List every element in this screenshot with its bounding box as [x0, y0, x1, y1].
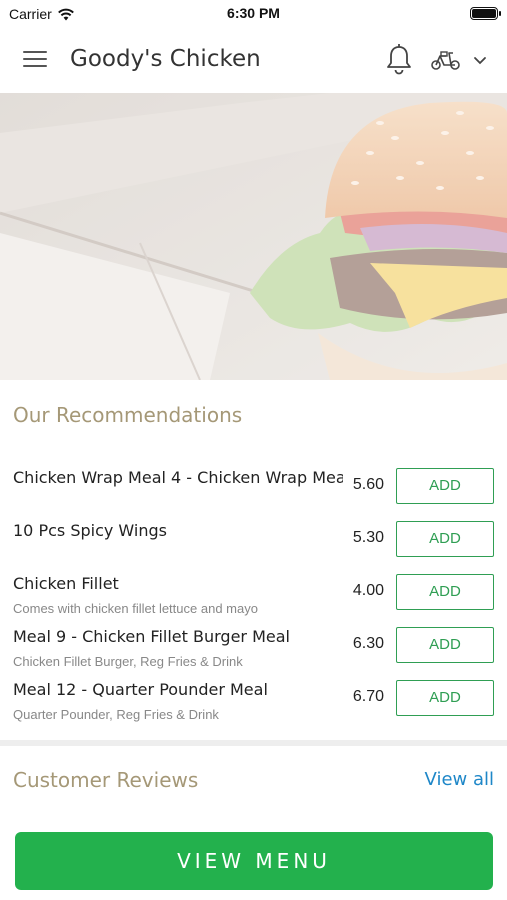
- item-name: Meal 12 - Quarter Pounder Meal: [13, 680, 268, 699]
- list-item: Meal 9 - Chicken Fillet Burger Meal Chic…: [0, 617, 507, 670]
- item-name: Chicken Fillet: [13, 574, 119, 593]
- bell-icon[interactable]: [384, 42, 414, 76]
- item-price: 5.30: [352, 529, 384, 546]
- status-bar: Carrier 6:30 PM: [0, 0, 507, 28]
- list-item: Meal 12 - Quarter Pounder Meal Quarter P…: [0, 670, 507, 723]
- list-item: 10 Pcs Spicy Wings 5.30 ADD: [0, 511, 507, 564]
- chevron-down-icon[interactable]: [472, 54, 488, 66]
- reviews-title: Customer Reviews: [13, 768, 199, 792]
- list-item: Chicken Fillet Comes with chicken fillet…: [0, 564, 507, 617]
- battery-icon: [470, 7, 501, 20]
- item-price: 5.60: [352, 476, 384, 493]
- item-description: Quarter Pounder, Reg Fries & Drink: [13, 707, 219, 722]
- add-button[interactable]: ADD: [396, 627, 494, 663]
- menu-icon[interactable]: [20, 46, 50, 72]
- add-button[interactable]: ADD: [396, 574, 494, 610]
- view-menu-button[interactable]: VIEW MENU: [15, 832, 493, 890]
- page-title: Goody's Chicken: [70, 46, 261, 72]
- recommendations-list: Chicken Wrap Meal 4 - Chicken Wrap Meal …: [0, 458, 507, 723]
- add-button[interactable]: ADD: [396, 521, 494, 557]
- item-name: Chicken Wrap Meal 4 - Chicken Wrap Meal: [13, 468, 343, 487]
- add-button[interactable]: ADD: [396, 680, 494, 716]
- item-price: 6.30: [352, 635, 384, 652]
- section-divider: [0, 740, 507, 746]
- item-price: 4.00: [352, 582, 384, 599]
- app-header: Goody's Chicken: [0, 28, 507, 92]
- item-price: 6.70: [352, 688, 384, 705]
- burger-image: [0, 93, 507, 380]
- hero-image: [0, 93, 507, 380]
- scooter-icon[interactable]: [430, 48, 462, 72]
- item-name: Meal 9 - Chicken Fillet Burger Meal: [13, 627, 290, 646]
- list-item: Chicken Wrap Meal 4 - Chicken Wrap Meal …: [0, 458, 507, 511]
- view-all-link[interactable]: View all: [425, 769, 494, 790]
- add-button[interactable]: ADD: [396, 468, 494, 504]
- item-description: Chicken Fillet Burger, Reg Fries & Drink: [13, 654, 243, 669]
- item-description: Comes with chicken fillet lettuce and ma…: [13, 601, 258, 616]
- status-time: 6:30 PM: [227, 5, 280, 21]
- item-name: 10 Pcs Spicy Wings: [13, 521, 167, 540]
- recommendations-title: Our Recommendations: [13, 403, 243, 427]
